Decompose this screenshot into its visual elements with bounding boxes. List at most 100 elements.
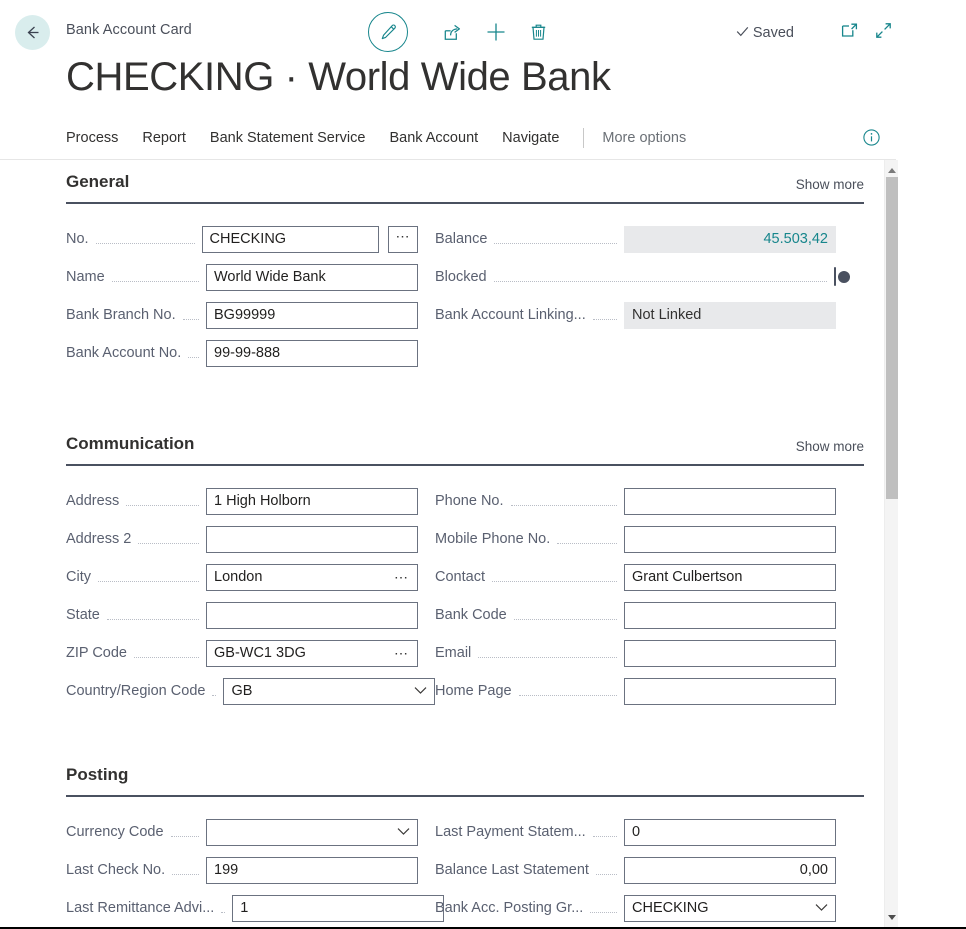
bank-code-input[interactable] [624, 602, 836, 629]
scroll-down-arrow-icon [888, 915, 896, 920]
field-last-remittance-advice-no-control [232, 895, 444, 922]
section-communication-show-more[interactable]: Show more [796, 439, 864, 454]
field-no: No. ⋯ [66, 220, 418, 258]
no-assist-edit-button[interactable]: ⋯ [388, 226, 418, 253]
field-address-2: Address 2 [66, 520, 418, 558]
last-check-no-input[interactable] [206, 857, 418, 884]
bank-acc-posting-group-input[interactable] [624, 895, 836, 922]
breadcrumb[interactable]: Bank Account Card [66, 22, 192, 38]
new-button[interactable] [474, 12, 517, 52]
field-bank-branch-no: Bank Branch No. [66, 296, 418, 334]
share-button[interactable] [431, 12, 474, 52]
scroll-up-button[interactable] [885, 163, 899, 177]
field-state-control [206, 602, 418, 629]
scrollbar-thumb[interactable] [886, 177, 898, 499]
fullscreen-button[interactable] [866, 20, 900, 46]
field-last-payment-statement-no: Last Payment Statem... [435, 813, 836, 851]
balance-value[interactable] [624, 226, 836, 253]
field-bank-branch-no-label: Bank Branch No. [66, 307, 176, 323]
menu-item-report[interactable]: Report [130, 128, 198, 148]
field-phone-no-label: Phone No. [435, 493, 504, 509]
field-mobile-phone-no: Mobile Phone No. [435, 520, 836, 558]
section-communication-title: Communication [66, 434, 194, 454]
more-options-button[interactable]: More options [598, 128, 690, 148]
action-menu-items: Process Report Bank Statement Service Ba… [66, 128, 690, 148]
section-communication-left-column: Address Address 2 City [0, 482, 418, 710]
field-balance-label: Balance [435, 231, 487, 247]
label-leader-dots [478, 656, 617, 658]
address-input[interactable] [206, 488, 418, 515]
state-input[interactable] [206, 602, 418, 629]
field-country-region-code: Country/Region Code [66, 672, 418, 710]
field-bank-account-linking-label: Bank Account Linking... [435, 307, 586, 323]
label-leader-dots [596, 873, 617, 875]
currency-code-input[interactable] [206, 819, 418, 846]
label-leader-dots [96, 242, 195, 244]
edit-button[interactable] [368, 12, 408, 52]
field-address-2-control [206, 526, 418, 553]
address-2-input[interactable] [206, 526, 418, 553]
blocked-toggle[interactable] [834, 267, 836, 286]
section-spacer [0, 710, 884, 753]
bank-account-linking-value[interactable] [624, 302, 836, 329]
scroll-down-button[interactable] [885, 910, 899, 924]
trash-icon [529, 22, 548, 42]
field-bank-account-linking: Bank Account Linking... [435, 296, 836, 334]
city-input[interactable] [206, 564, 418, 591]
bank-account-no-input[interactable] [206, 340, 418, 367]
menu-item-bank-statement-service[interactable]: Bank Statement Service [198, 128, 378, 148]
section-posting-columns: Currency Code Last Check No. [0, 797, 884, 927]
menu-item-process[interactable]: Process [66, 128, 130, 148]
field-bank-acc-posting-group: Bank Acc. Posting Gr... [435, 889, 836, 927]
field-bank-code-label: Bank Code [435, 607, 507, 623]
field-country-region-code-control [223, 678, 435, 705]
field-mobile-phone-no-control [624, 526, 836, 553]
open-in-new-window-button[interactable] [832, 20, 866, 46]
page-info-button[interactable] [858, 127, 884, 153]
bank-branch-no-input[interactable] [206, 302, 418, 329]
section-posting: Posting Currency Code [0, 753, 884, 927]
email-input[interactable] [624, 640, 836, 667]
field-contact-label: Contact [435, 569, 485, 585]
section-general-show-more[interactable]: Show more [796, 177, 864, 192]
field-address-control [206, 488, 418, 515]
menu-item-bank-account[interactable]: Bank Account [377, 128, 490, 148]
label-leader-dots [557, 542, 617, 544]
field-city: City ⋯ [66, 558, 418, 596]
label-leader-dots [590, 911, 617, 913]
field-home-page-control [624, 678, 836, 705]
field-address-label: Address [66, 493, 119, 509]
card-content: General Show more No. ⋯ Name [0, 160, 884, 927]
delete-button[interactable] [517, 12, 560, 52]
back-button[interactable] [15, 15, 50, 50]
field-last-check-no-control [206, 857, 418, 884]
home-page-input[interactable] [624, 678, 836, 705]
field-bank-code-control [624, 602, 836, 629]
vertical-scrollbar[interactable] [884, 160, 898, 927]
section-communication-columns: Address Address 2 City [0, 466, 884, 710]
record-toolbar [368, 12, 560, 52]
field-bank-acc-posting-group-label: Bank Acc. Posting Gr... [435, 900, 583, 916]
label-leader-dots [514, 618, 617, 620]
field-email: Email [435, 634, 836, 672]
balance-last-statement-input[interactable] [624, 857, 836, 884]
no-input[interactable] [202, 226, 379, 253]
last-payment-statement-no-input[interactable] [624, 819, 836, 846]
last-remittance-advice-no-input[interactable] [232, 895, 444, 922]
field-bank-account-no-label: Bank Account No. [66, 345, 181, 361]
name-input[interactable] [206, 264, 418, 291]
section-communication-right-column: Phone No. Mobile Phone No. [418, 482, 836, 710]
country-region-code-input[interactable] [223, 678, 435, 705]
contact-input[interactable] [624, 564, 836, 591]
phone-no-input[interactable] [624, 488, 836, 515]
mobile-phone-no-input[interactable] [624, 526, 836, 553]
field-last-check-no: Last Check No. [66, 851, 418, 889]
label-leader-dots [519, 694, 617, 696]
menu-item-navigate[interactable]: Navigate [490, 128, 571, 148]
zip-code-input[interactable] [206, 640, 418, 667]
section-posting-left-column: Currency Code Last Check No. [0, 813, 418, 927]
label-leader-dots [107, 618, 199, 620]
field-last-payment-statement-no-label: Last Payment Statem... [435, 824, 586, 840]
expand-icon [874, 21, 893, 45]
label-leader-dots [492, 580, 617, 582]
